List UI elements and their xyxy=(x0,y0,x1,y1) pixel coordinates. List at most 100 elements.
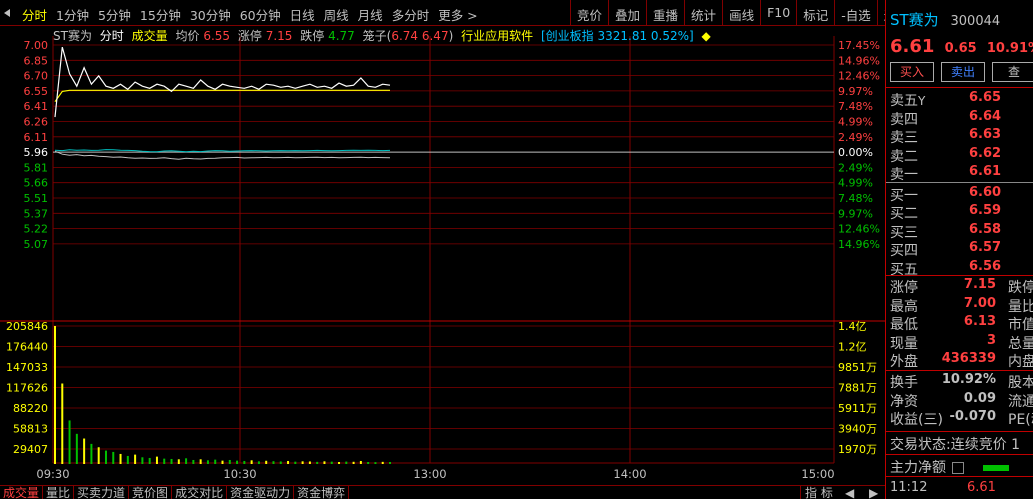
bid-row[interactable]: 买一 6.60 xyxy=(890,185,1030,204)
indicator-tab[interactable]: 资金博弈 xyxy=(294,486,350,499)
stat-row: 现量 3 总量 xyxy=(890,333,1033,352)
divider xyxy=(886,476,1033,477)
toolbar-button[interactable]: 叠加 xyxy=(608,0,646,26)
pct-tick-label: 2.49% xyxy=(838,131,873,144)
stat-label: 净资 xyxy=(890,393,918,410)
intraday-chart: 7.00 17.45% 6.85 14.96% 6.70 12.46% 6.55 9.97% 6… xyxy=(0,26,885,486)
ask-row[interactable]: 卖五Y 6.65 xyxy=(890,90,1030,109)
price-tick-label: 6.70 xyxy=(24,70,49,83)
trade-status: 交易状态:连续竞价 1 xyxy=(890,434,1020,454)
stat-row: 最低 6.13 市值 xyxy=(890,314,1033,333)
pct-tick-label: 7.48% xyxy=(838,100,873,113)
pct-tick-label: 14.96% xyxy=(838,54,880,67)
period-tab[interactable]: 1分钟 xyxy=(56,5,89,24)
ask-row[interactable]: 卖三 6.63 xyxy=(890,127,1030,146)
pct-tick-label: 4.99% xyxy=(838,116,873,129)
collapse-arrow-icon[interactable] xyxy=(4,9,10,17)
period-tab[interactable]: 5分钟 xyxy=(98,5,131,24)
stat-label-secondary: 总量 xyxy=(1008,335,1033,352)
last-tick-row: 11:12 6.61 xyxy=(890,480,996,495)
volume-unit-label: 9851万 xyxy=(838,361,877,374)
bid-row[interactable]: 买二 6.59 xyxy=(890,203,1030,222)
chart-canvas[interactable]: 7.00 17.45% 6.85 14.96% 6.70 12.46% 6.55 9.97% 6… xyxy=(0,26,885,486)
pct-tick-label: 7.48% xyxy=(838,192,873,205)
info-industry[interactable]: 行业应用软件 xyxy=(461,29,533,43)
period-tab[interactable]: 月线 xyxy=(358,5,383,24)
pct-tick-label: 12.46% xyxy=(838,70,880,83)
price-tick-label: 5.96 xyxy=(24,146,49,159)
avg-price-line xyxy=(54,89,390,103)
indicator-tab[interactable]: 买卖力道 xyxy=(74,486,130,499)
period-tab[interactable]: 60分钟 xyxy=(240,5,281,24)
volume-unit-label: 7881万 xyxy=(838,382,877,395)
trade-status-value: 连续竞价 1 xyxy=(950,437,1021,453)
period-tab[interactable]: 30分钟 xyxy=(190,5,231,24)
toolbar-button[interactable]: F10 xyxy=(760,0,796,26)
quote-header: ST赛为 300044 xyxy=(890,9,1000,30)
stat-value: 7.15 xyxy=(963,277,996,292)
indicator-tab[interactable]: 竞价图 xyxy=(129,486,173,499)
indicator-button[interactable]: 指 标 xyxy=(800,486,837,499)
order-level-price: 6.64 xyxy=(969,108,1002,124)
diamond-icon[interactable]: ◆ xyxy=(702,29,711,43)
divider xyxy=(886,454,1033,455)
stat-label-secondary: 内盘 xyxy=(1008,354,1033,370)
period-tab[interactable]: 15分钟 xyxy=(140,5,181,24)
ask-row[interactable]: 卖二 6.62 xyxy=(890,146,1030,165)
quote-price: 6.61 xyxy=(890,36,935,57)
period-tab[interactable]: 多分时 xyxy=(392,5,430,24)
volume-tick-label: 29407 xyxy=(13,443,48,456)
stat-label-secondary: 跌停 xyxy=(1008,280,1033,296)
period-tabs: 分时 1分钟 5分钟 15分钟 30分钟 60分钟 日线 周线 月线 多分时 更多 > xyxy=(22,5,487,24)
price-tick-label: 5.22 xyxy=(24,223,49,236)
volume-tick-label: 88220 xyxy=(13,402,48,415)
time-tick-label: 10:30 xyxy=(223,467,256,481)
order-level-price: 6.63 xyxy=(969,127,1002,142)
info-volume-label[interactable]: 成交量 xyxy=(132,29,168,43)
toolbar-button[interactable]: 标记 xyxy=(796,0,834,26)
stat-label-secondary: 市值 xyxy=(1008,317,1033,333)
ask-row[interactable]: 卖四 6.64 xyxy=(890,109,1030,128)
toolbar-button[interactable]: 重播 xyxy=(646,0,684,26)
price-tick-label: 6.41 xyxy=(24,100,49,113)
bid-row[interactable]: 买四 6.57 xyxy=(890,240,1030,259)
info-limit-up-value: 7.15 xyxy=(265,29,293,43)
net-flow-label: 主力净额 xyxy=(890,460,946,476)
pct-tick-label: 2.49% xyxy=(838,161,873,174)
bid-row[interactable]: 买三 6.58 xyxy=(890,222,1030,241)
period-tab[interactable]: 更多 > xyxy=(438,5,477,24)
scroll-right-icon[interactable]: ▶ xyxy=(866,486,881,499)
order-level-price: 6.57 xyxy=(969,240,1002,255)
order-level-price: 6.59 xyxy=(969,203,1002,218)
indicator-tab[interactable]: 成交对比 xyxy=(172,486,228,499)
period-tab[interactable]: 日线 xyxy=(290,5,315,24)
pct-tick-label: 4.99% xyxy=(838,177,873,190)
net-flow-icon[interactable] xyxy=(952,462,965,474)
indicator-tab[interactable]: 量比 xyxy=(43,486,75,499)
divider xyxy=(886,370,1033,371)
price-tick-label: 6.11 xyxy=(24,131,49,144)
toolbar-button[interactable]: 竞价 xyxy=(570,0,608,26)
indicator-tabs: 成交量 量比 买卖力道 竞价图 成交对比 资金驱动力 资金博弈 指 标 ◀ ▶ xyxy=(0,485,885,499)
period-tab[interactable]: 周线 xyxy=(324,5,349,24)
period-tab[interactable]: 分时 xyxy=(22,5,47,24)
volume-unit-label: 1970万 xyxy=(838,443,877,456)
toolbar-button[interactable]: 画线 xyxy=(722,0,760,26)
sell-button[interactable]: 卖出 xyxy=(941,62,985,82)
toolbar-button[interactable]: -自选 xyxy=(834,0,877,26)
indicator-tab[interactable]: 成交量 xyxy=(0,486,44,499)
price-tick-label: 5.07 xyxy=(24,238,49,251)
indicator-tab[interactable]: 资金驱动力 xyxy=(227,486,295,499)
price-tick-label: 7.00 xyxy=(24,39,49,52)
divider xyxy=(886,275,1033,276)
buy-button[interactable]: 买入 xyxy=(890,62,934,82)
time-tick-label: 14:00 xyxy=(613,467,646,481)
top-toolbar: 分时 1分钟 5分钟 15分钟 30分钟 60分钟 日线 周线 月线 多分时 更多 > 竞价 叠加 重播… xyxy=(0,0,909,26)
ask-row[interactable]: 卖一 6.61 xyxy=(890,164,1030,183)
scroll-left-icon[interactable]: ◀ xyxy=(842,486,857,499)
time-tick-label: 15:00 xyxy=(801,467,834,481)
pct-tick-label: 9.97% xyxy=(838,207,873,220)
toolbar-button[interactable]: 统计 xyxy=(684,0,722,26)
query-button[interactable]: 查 xyxy=(992,62,1033,82)
order-level-price: 6.58 xyxy=(969,221,1002,237)
